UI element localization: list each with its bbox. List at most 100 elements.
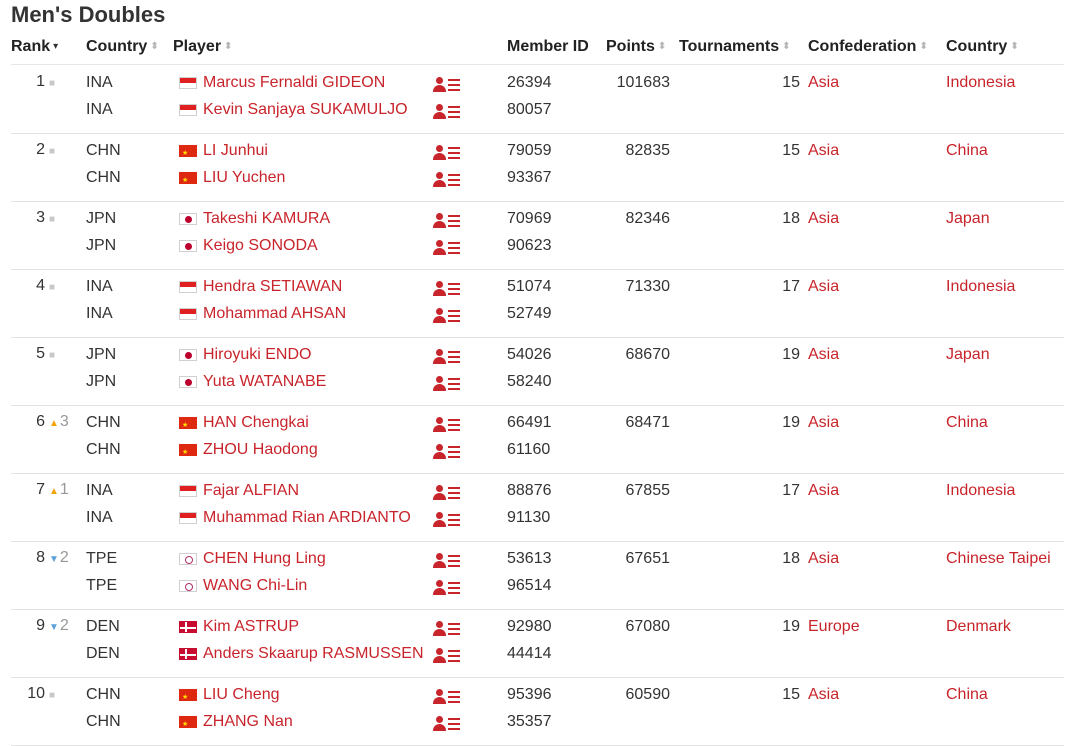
country-link[interactable]: Indonesia	[946, 277, 1015, 297]
points-value: 67080	[625, 618, 671, 635]
flag-icon	[179, 580, 197, 592]
col-tournaments[interactable]: Tournaments ⬍	[679, 38, 791, 56]
flag-icon	[179, 417, 197, 429]
player-profile-icon[interactable]	[433, 280, 461, 298]
player1-link[interactable]: LIU Cheng	[179, 685, 280, 705]
player1-link[interactable]: Takeshi KAMURA	[179, 209, 330, 229]
player-profile-icon[interactable]	[433, 443, 461, 461]
player2-link[interactable]: Anders Skaarup RASMUSSEN	[179, 644, 424, 664]
confederation-link[interactable]: Asia	[808, 277, 839, 297]
player2-link[interactable]: ZHOU Haodong	[179, 440, 318, 460]
player1-link[interactable]: Marcus Fernaldi GIDEON	[179, 73, 385, 93]
player-profile-icon[interactable]	[433, 511, 461, 529]
player1-link[interactable]: LI Junhui	[179, 141, 268, 161]
player-profile-icon[interactable]	[433, 212, 461, 230]
table-row: 1 ■ INA INA Marcus Fernaldi GIDEON Kevin…	[11, 66, 1064, 134]
player1-link[interactable]: HAN Chengkai	[179, 413, 309, 433]
country-link[interactable]: Japan	[946, 209, 990, 229]
player-profile-icon[interactable]	[433, 579, 461, 597]
country-link[interactable]: China	[946, 141, 988, 161]
flag-icon	[179, 77, 197, 89]
player2-link[interactable]: Kevin Sanjaya SUKAMULJO	[179, 100, 408, 120]
table-row: 5 ■ JPN JPN Hiroyuki ENDO Yuta WATANABE …	[11, 338, 1064, 406]
country-link[interactable]: China	[946, 685, 988, 705]
player2-link[interactable]: LIU Yuchen	[179, 168, 285, 188]
player-profile-icon[interactable]	[433, 144, 461, 162]
country-link[interactable]: Chinese Taipei	[946, 549, 1051, 569]
confederation-link[interactable]: Asia	[808, 141, 839, 161]
player-profile-icon[interactable]	[433, 715, 461, 733]
player2-name: Anders Skaarup RASMUSSEN	[203, 645, 424, 662]
player-profile-icon[interactable]	[433, 416, 461, 434]
player-profile-icon[interactable]	[433, 484, 461, 502]
col-rank[interactable]: Rank ▾	[11, 38, 58, 56]
player2-name: ZHOU Haodong	[203, 441, 318, 458]
player2-member-id: 52749	[507, 305, 552, 322]
col-points[interactable]: Points ⬍	[606, 38, 666, 56]
player-profile-icon[interactable]	[433, 103, 461, 121]
country-link[interactable]: China	[946, 413, 988, 433]
tournaments-value: 19	[782, 414, 800, 431]
player2-link[interactable]: Mohammad AHSAN	[179, 304, 346, 324]
flag-icon	[179, 512, 197, 524]
player1-link[interactable]: CHEN Hung Ling	[179, 549, 326, 569]
player1-member-id: 95396	[507, 686, 552, 703]
player-profile-icon[interactable]	[433, 688, 461, 706]
col-confederation[interactable]: Confederation ⬍	[808, 38, 928, 56]
player1-link[interactable]: Kim ASTRUP	[179, 617, 299, 637]
col-country2[interactable]: Country ⬍	[946, 38, 1019, 56]
rank-change-value: 3	[59, 413, 69, 430]
player2-link[interactable]: WANG Chi-Lin	[179, 576, 307, 596]
player1-member-id: 88876	[507, 482, 552, 499]
confederation-link[interactable]: Asia	[808, 413, 839, 433]
tournaments-value: 15	[782, 686, 800, 703]
page-title: Men's Doubles	[11, 2, 166, 27]
country-link[interactable]: Indonesia	[946, 73, 1015, 93]
player-profile-icon[interactable]	[433, 76, 461, 94]
player2-link[interactable]: Yuta WATANABE	[179, 372, 326, 392]
player-profile-icon[interactable]	[433, 239, 461, 257]
player2-country: INA	[86, 305, 113, 322]
player2-link[interactable]: Muhammad Rian ARDIANTO	[179, 508, 411, 528]
points-value: 68471	[625, 414, 671, 431]
player1-link[interactable]: Hendra SETIAWAN	[179, 277, 342, 297]
flag-icon	[179, 172, 197, 184]
player2-name: LIU Yuchen	[203, 169, 286, 186]
confederation-link[interactable]: Asia	[808, 73, 839, 93]
confederation-link[interactable]: Europe	[808, 617, 860, 637]
col-player[interactable]: Player ⬍	[173, 38, 232, 56]
confederation-link[interactable]: Asia	[808, 209, 839, 229]
rank-number: 4	[36, 277, 45, 294]
player-profile-icon[interactable]	[433, 307, 461, 325]
player-profile-icon[interactable]	[433, 171, 461, 189]
player1-link[interactable]: Fajar ALFIAN	[179, 481, 299, 501]
confederation-link[interactable]: Asia	[808, 549, 839, 569]
player-profile-icon[interactable]	[433, 552, 461, 570]
player-profile-icon[interactable]	[433, 348, 461, 366]
country-link[interactable]: Denmark	[946, 617, 1011, 637]
country-link[interactable]: Indonesia	[946, 481, 1015, 501]
player-profile-icon[interactable]	[433, 375, 461, 393]
flag-icon	[179, 621, 197, 633]
player-profile-icon[interactable]	[433, 647, 461, 665]
player1-country: JPN	[86, 210, 117, 227]
player2-link[interactable]: Keigo SONODA	[179, 236, 318, 256]
player2-country: JPN	[86, 373, 117, 390]
flag-icon	[179, 689, 197, 701]
confederation-link[interactable]: Asia	[808, 481, 839, 501]
rank-number: 2	[36, 141, 45, 158]
country-link[interactable]: Japan	[946, 345, 990, 365]
table-row: 9 ▼2 DEN DEN Kim ASTRUP Anders Skaarup R…	[11, 610, 1064, 678]
points-value: 82346	[625, 210, 671, 227]
confederation-link[interactable]: Asia	[808, 345, 839, 365]
flag-icon	[179, 444, 197, 456]
table-row: 10 ■ CHN CHN LIU Cheng ZHANG Nan 95396 3…	[11, 678, 1064, 746]
player1-link[interactable]: Hiroyuki ENDO	[179, 345, 311, 365]
confederation-link[interactable]: Asia	[808, 685, 839, 705]
col-country[interactable]: Country ⬍	[86, 38, 159, 56]
player2-country: JPN	[86, 237, 117, 254]
player-profile-icon[interactable]	[433, 620, 461, 638]
rank-change-icon: ■	[49, 690, 56, 701]
rank-number: 8	[36, 549, 45, 566]
player2-link[interactable]: ZHANG Nan	[179, 712, 293, 732]
